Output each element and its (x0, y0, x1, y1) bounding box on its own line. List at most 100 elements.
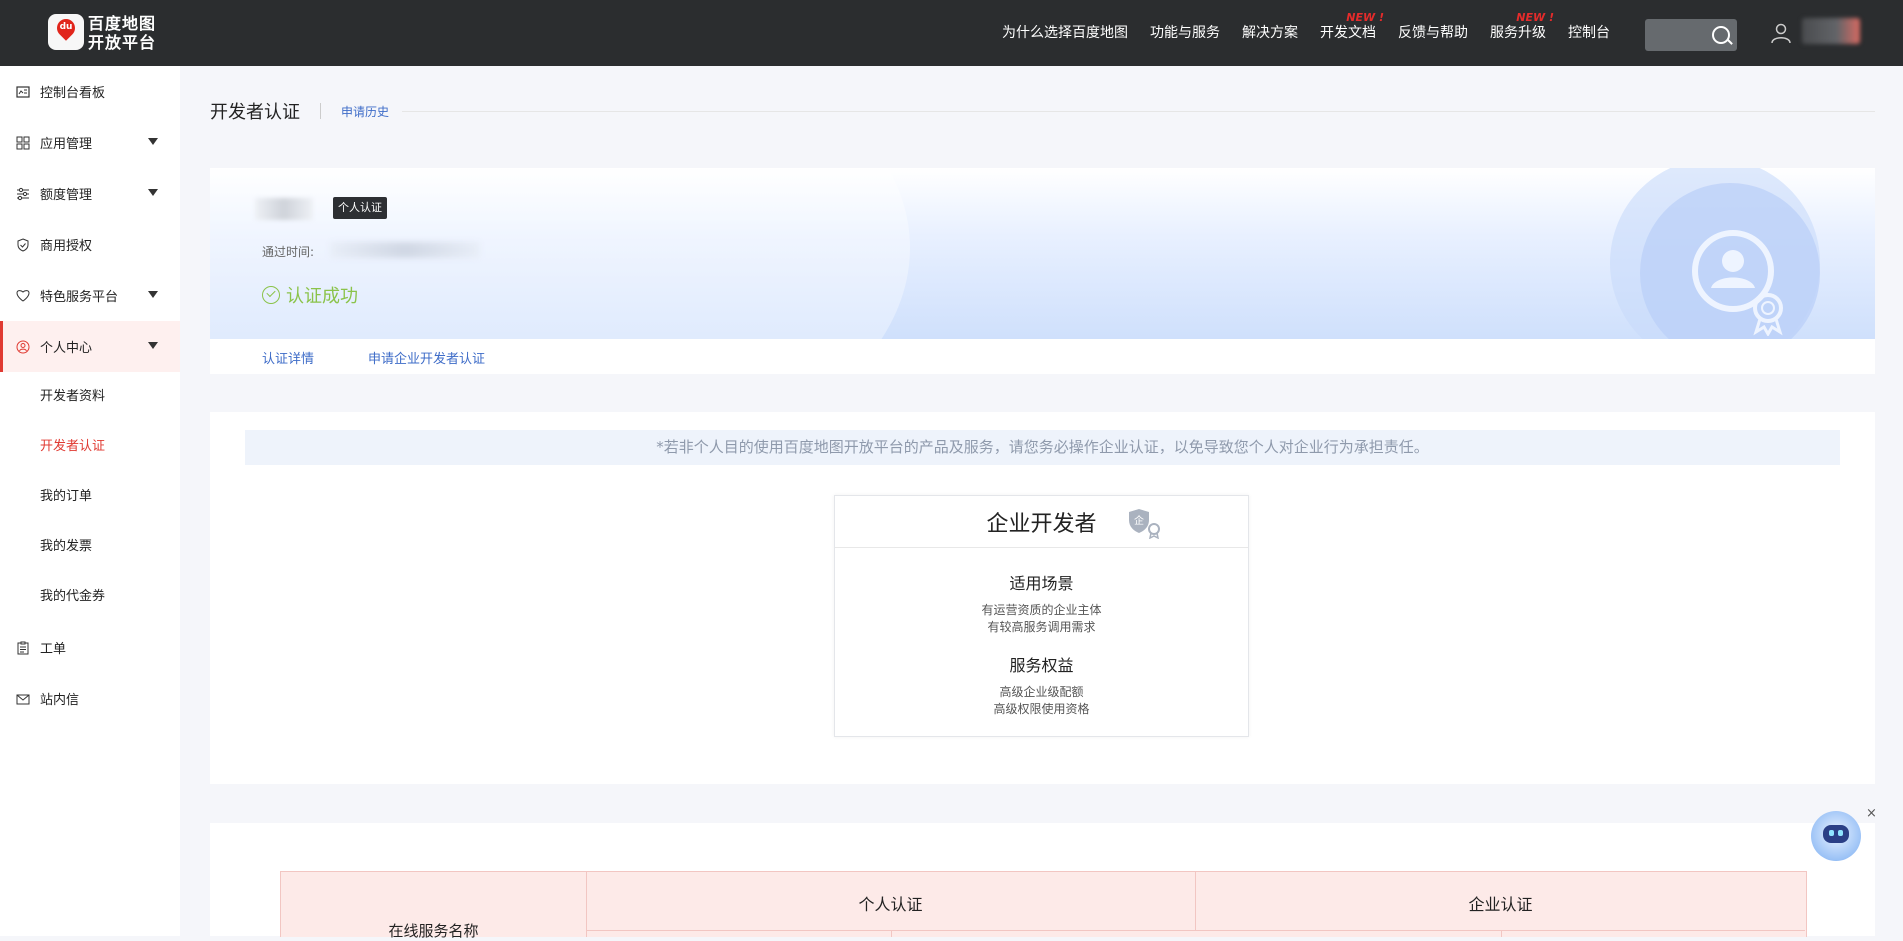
application-history-link[interactable]: 申请历史 (341, 103, 389, 120)
benefit-line: 高级企业级配额 (999, 685, 1084, 699)
page-title: 开发者认证 (210, 102, 300, 123)
nav-console[interactable]: 控制台 (1568, 0, 1610, 66)
user-name-blurred (255, 198, 313, 220)
logo-line-2: 开放平台 (88, 33, 157, 52)
sidebar-item-label: 特色服务平台 (40, 290, 119, 305)
sidebar-item-label: 额度管理 (40, 188, 93, 203)
caret-down-icon (148, 189, 158, 196)
search-icon[interactable] (1712, 26, 1730, 44)
sidebar-item-commercial-license[interactable]: 商用授权 (0, 219, 180, 270)
new-badge: NEW ! (1516, 11, 1554, 24)
sidebar-subitem-my-invoices[interactable]: 我的发票 (0, 522, 180, 572)
notice-banner: *若非个人目的使用百度地图开放平台的产品及服务，请您务必操作企业认证，以免导致您… (245, 430, 1840, 465)
personal-certification-tag: 个人认证 (333, 197, 387, 219)
main-nav: 为什么选择百度地图 功能与服务 解决方案 开发文档 NEW ! 反馈与帮助 服务升… (1002, 0, 1632, 66)
scene-line: 有较高服务调用需求 (987, 620, 1096, 634)
card-title: 企业开发者 (986, 512, 1097, 537)
sidebar-item-featured-services[interactable]: 特色服务平台 (0, 270, 180, 321)
user-circle-icon (16, 340, 30, 354)
nav-label: 控制台 (1568, 25, 1610, 41)
sidebar-item-label: 站内信 (40, 693, 80, 708)
shield-check-icon (16, 237, 30, 252)
title-divider (320, 103, 321, 119)
search-box (1645, 19, 1737, 53)
sidebar: 控制台看板 应用管理 额度管理 商用授权 特色服务平台 个人中心 开发者资料 开… (0, 66, 180, 936)
nav-label: 功能与服务 (1150, 25, 1220, 41)
sidebar-item-personal-center[interactable]: 个人中心 (0, 321, 180, 372)
title-underline (402, 111, 1875, 112)
sidebar-item-label: 控制台看板 (40, 86, 106, 101)
caret-down-icon (148, 138, 158, 145)
benefit-title: 服务权益 (1009, 656, 1074, 675)
apply-enterprise-certification-link[interactable]: 申请企业开发者认证 (368, 348, 485, 367)
certification-status: 认证成功 (262, 282, 358, 308)
caret-down-icon (148, 291, 158, 298)
robot-eye (1838, 830, 1843, 836)
sidebar-item-label: 商用授权 (40, 239, 93, 254)
mail-icon (16, 692, 30, 706)
table-header-label: 在线服务名称 (388, 922, 479, 940)
nav-feedback[interactable]: 反馈与帮助 (1398, 0, 1468, 66)
enterprise-panel: *若非个人目的使用百度地图开放平台的产品及服务，请您务必操作企业认证，以免导致您… (210, 412, 1875, 784)
sidebar-item-label: 工单 (40, 642, 67, 657)
sidebar-item-quota[interactable]: 额度管理 (0, 168, 180, 219)
banner-decoration (210, 168, 910, 339)
enterprise-shield-icon: 企 (1129, 509, 1160, 539)
table-header-service-name: 在线服务名称 (281, 872, 587, 940)
enterprise-developer-card[interactable]: 企业开发者 企 适用场景 有运营资质的企业主体 有较高服务调用需求 服务权益 高… (834, 495, 1249, 737)
assistant-robot-button[interactable] (1811, 811, 1861, 861)
nav-label: 解决方案 (1242, 25, 1298, 41)
table-header-personal: 个人认证 (586, 872, 1196, 931)
certification-details-link[interactable]: 认证详情 (262, 348, 314, 367)
table-header-enterprise: 企业认证 (1196, 872, 1805, 931)
table-header-label: 个人认证 (858, 895, 923, 914)
nav-docs[interactable]: 开发文档 NEW ! (1320, 0, 1384, 66)
sidebar-subitem-my-vouchers[interactable]: 我的代金券 (0, 572, 180, 622)
clipboard-icon (16, 641, 30, 655)
logo-line-1: 百度地图 (88, 14, 157, 33)
sidebar-subitem-my-orders[interactable]: 我的订单 (0, 472, 180, 522)
sidebar-item-app-management[interactable]: 应用管理 (0, 117, 180, 168)
close-icon[interactable]: × (1866, 806, 1877, 821)
search-input[interactable] (1645, 19, 1709, 53)
caret-down-icon (148, 342, 158, 349)
heart-shield-icon (16, 289, 30, 303)
table-header-label: 企业认证 (1468, 895, 1533, 914)
nav-solutions[interactable]: 解决方案 (1242, 0, 1298, 66)
pass-time-blurred (330, 242, 480, 258)
sidebar-item-label: 应用管理 (40, 137, 93, 152)
grid-icon (16, 136, 30, 150)
user-icon[interactable] (1770, 22, 1792, 44)
pass-time-label: 通过时间: (262, 245, 315, 259)
nav-features[interactable]: 功能与服务 (1150, 0, 1220, 66)
scene-line: 有运营资质的企业主体 (981, 603, 1102, 617)
baidu-map-logo[interactable]: du (48, 14, 84, 50)
sidebar-item-dashboard[interactable]: 控制台看板 (0, 66, 180, 117)
comparison-section: 在线服务名称 个人认证 企业认证 (210, 823, 1875, 940)
nav-why-baidu[interactable]: 为什么选择百度地图 (1002, 0, 1128, 66)
logo-badge-text: du (59, 22, 73, 32)
certified-user-icon (1692, 230, 1783, 336)
scene-title: 适用场景 (1009, 574, 1074, 593)
nav-label: 开发文档 (1320, 25, 1376, 41)
check-circle-icon (262, 286, 280, 304)
user-name-blurred[interactable] (1802, 18, 1860, 44)
sidebar-subitem-developer-profile[interactable]: 开发者资料 (0, 372, 180, 422)
benefit-line: 高级权限使用资格 (993, 702, 1090, 716)
nav-label: 反馈与帮助 (1398, 25, 1468, 41)
sidebar-item-tickets[interactable]: 工单 (0, 622, 180, 673)
top-navbar: du 百度地图 开放平台 为什么选择百度地图 功能与服务 解决方案 开发文档 NE… (0, 0, 1903, 66)
svg-text:企: 企 (1134, 514, 1144, 527)
comparison-table: 在线服务名称 个人认证 企业认证 (280, 871, 1807, 940)
sidebar-subitem-developer-certification[interactable]: 开发者认证 (0, 422, 180, 472)
nav-upgrade[interactable]: 服务升级 NEW ! (1490, 0, 1554, 66)
robot-eye (1829, 830, 1834, 836)
banner-links: 认证详情 申请企业开发者认证 (210, 339, 1875, 374)
nav-label: 为什么选择百度地图 (1002, 25, 1128, 41)
robot-icon (1823, 825, 1849, 843)
certification-banner: 个人认证 通过时间: 认证成功 (210, 168, 1875, 339)
new-badge: NEW ! (1346, 11, 1384, 24)
logo-text[interactable]: 百度地图 开放平台 (88, 14, 156, 52)
sidebar-item-messages[interactable]: 站内信 (0, 673, 180, 724)
status-text: 认证成功 (286, 286, 358, 307)
